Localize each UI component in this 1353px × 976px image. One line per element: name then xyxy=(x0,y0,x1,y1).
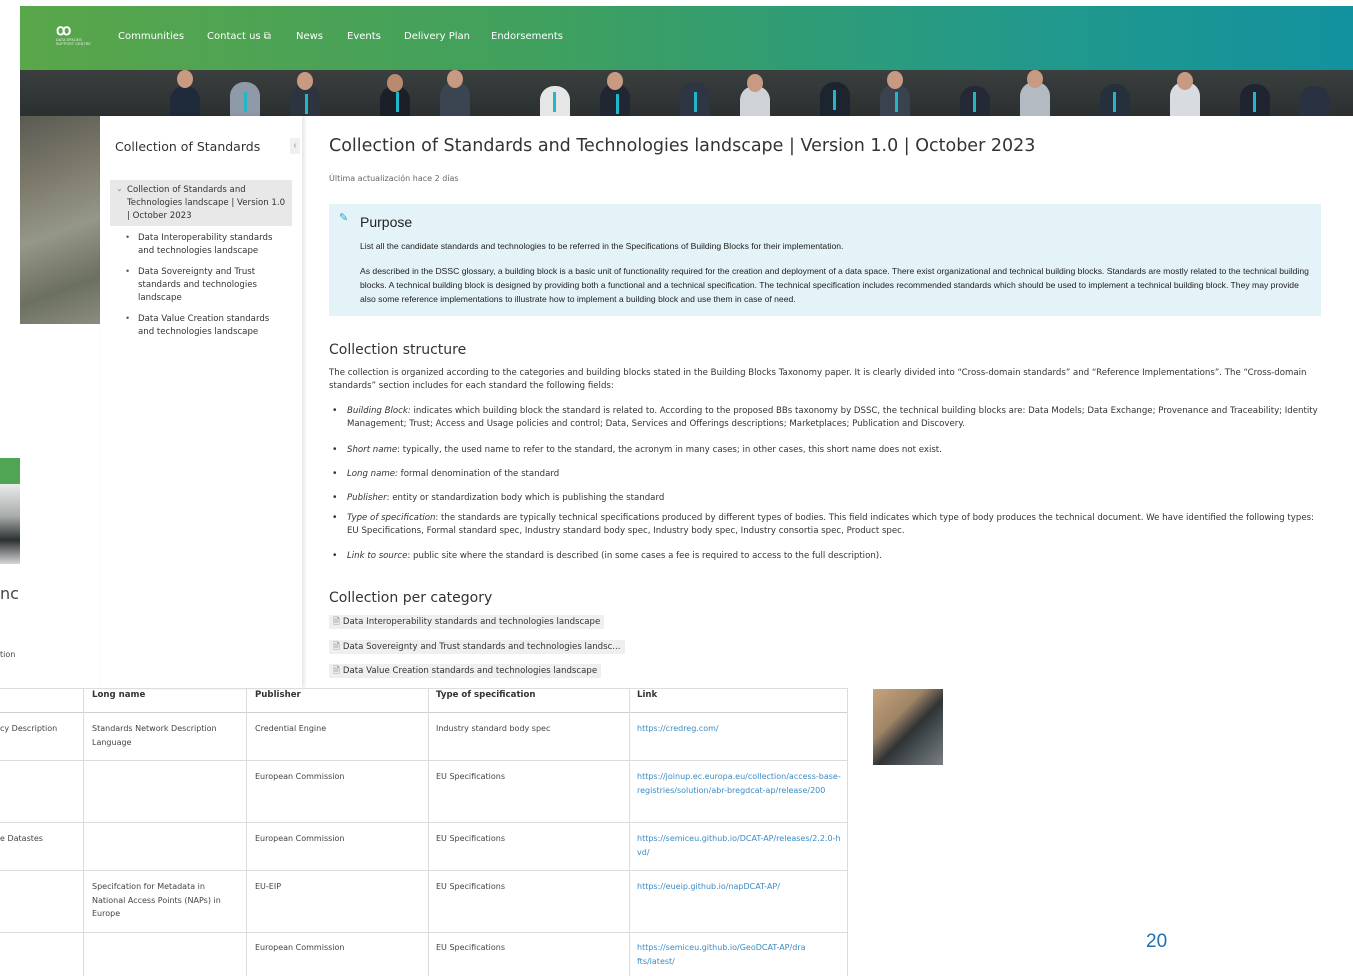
nav-events[interactable]: Events xyxy=(347,31,381,42)
nav-contact-us[interactable]: Contact us ⧉ xyxy=(207,31,271,42)
table-cell-publisher: Credential Engine xyxy=(255,724,327,733)
sidebar-item-interoperability[interactable]: Data Interoperability standards and tech… xyxy=(138,232,288,258)
banner-photo xyxy=(20,70,1353,116)
field-type-of-specification: Type of specification: the standards are… xyxy=(347,513,1314,536)
page-title: Collection of Standards and Technologies… xyxy=(329,136,1036,156)
document-icon: 🗎 xyxy=(333,642,340,652)
slide-page-number: 20 xyxy=(1146,931,1168,952)
top-navigation-bar: ꝏ DATA SPACES SUPPORT CENTRE Communities… xyxy=(20,6,1353,70)
nav-endorsements[interactable]: Endorsements xyxy=(491,31,563,42)
purpose-text-1: List all the candidate standards and tec… xyxy=(360,241,844,251)
column-header-link: Link xyxy=(637,690,658,700)
sidebar-title: Collection of Standards xyxy=(115,139,261,154)
bullet-icon: • xyxy=(126,232,130,242)
structure-intro: The collection is organized according to… xyxy=(329,368,1307,391)
bullet-icon: • xyxy=(126,313,130,323)
background-photo xyxy=(20,116,100,324)
table-cell-link[interactable]: https://semiceu.github.io/GeoDCAT-AP/dra… xyxy=(637,941,807,968)
sidebar-item-sovereignty[interactable]: Data Sovereignty and Trust standards and… xyxy=(138,266,288,304)
table-cell-type: EU Specifications xyxy=(436,943,505,952)
nav-news[interactable]: News xyxy=(296,31,323,42)
category-link-sovereignty[interactable]: 🗎 Data Sovereignty and Trust standards an… xyxy=(329,640,625,654)
table-row: cy Description xyxy=(0,724,58,733)
nav-delivery-plan[interactable]: Delivery Plan xyxy=(404,31,470,42)
background-slide-photo xyxy=(0,484,20,564)
sidebar-item-value-creation[interactable]: Data Value Creation standards and techno… xyxy=(138,313,288,339)
purpose-text-2: As described in the DSSC glossary, a bui… xyxy=(360,266,1309,304)
last-updated: Última actualización hace 2 días xyxy=(329,174,459,183)
table-cell-link[interactable]: https://credreg.com/ xyxy=(637,722,842,736)
section-heading-structure: Collection structure xyxy=(329,342,467,358)
table-cell-publisher: European Commission xyxy=(255,943,345,952)
bullet-icon: • xyxy=(126,266,130,276)
nav-communities[interactable]: Communities xyxy=(118,31,184,42)
background-slide-header xyxy=(0,458,20,484)
table-cell-type: EU Specifications xyxy=(436,882,505,891)
logo-text: DATA SPACES SUPPORT CENTRE xyxy=(56,38,91,46)
dssc-logo[interactable]: ꝏ DATA SPACES SUPPORT CENTRE xyxy=(56,22,96,50)
document-icon: 🗎 xyxy=(333,617,340,627)
background-partial-text: tion xyxy=(0,650,16,659)
chevron-down-icon[interactable]: ⌄ xyxy=(116,184,123,193)
purpose-title: Purpose xyxy=(360,214,413,230)
column-header-type: Type of specification xyxy=(436,690,536,700)
column-header-publisher: Publisher xyxy=(255,690,301,700)
column-header-long-name: Long name xyxy=(92,690,146,700)
category-link-interoperability[interactable]: 🗎 Data Interoperability standards and tec… xyxy=(329,615,605,629)
section-heading-category: Collection per category xyxy=(329,590,493,606)
table-cell-long-name: Specifcation for Metadata in National Ac… xyxy=(92,882,221,918)
background-photo-small xyxy=(873,689,943,765)
field-publisher: Publisher: entity or standardization bod… xyxy=(347,493,665,503)
table-cell-type: EU Specifications xyxy=(436,834,505,843)
field-short-name: Short name: typically, the used name to … xyxy=(347,445,942,455)
table-row: e Datastes xyxy=(0,834,43,843)
field-building-block: Building Block: indicates which building… xyxy=(347,406,1318,429)
document-icon: 🗎 xyxy=(333,666,340,676)
category-link-value-creation[interactable]: 🗎 Data Value Creation standards and techn… xyxy=(329,664,602,678)
table-cell-publisher: European Commission xyxy=(255,772,345,781)
field-long-name: Long name: formal denomination of the st… xyxy=(347,469,560,479)
sidebar-item-collection-landscape[interactable]: Collection of Standards and Technologies… xyxy=(127,184,287,222)
pin-icon: ✎ xyxy=(339,212,349,224)
table-cell-link[interactable]: https://semiceu.github.io/DCAT-AP/releas… xyxy=(637,832,842,859)
table-cell-long-name: Standards Network Description Language xyxy=(92,724,217,747)
table-cell-type: EU Specifications xyxy=(436,772,505,781)
table-cell-type: Industry standard body spec xyxy=(436,724,551,733)
table-cell-link[interactable]: https://joinup.ec.europa.eu/collection/a… xyxy=(637,770,842,797)
background-partial-title: nc xyxy=(0,584,19,603)
logo-mark-icon: ꝏ xyxy=(56,22,72,39)
table-cell-publisher: EU-EIP xyxy=(255,882,282,891)
table-cell-publisher: European Commission xyxy=(255,834,345,843)
table-cell-link[interactable]: https://eueip.github.io/napDCAT-AP/ xyxy=(637,880,842,894)
sidebar-collapse-icon[interactable]: ‹ xyxy=(290,138,300,154)
field-link-to-source: Link to source: public site where the st… xyxy=(347,551,882,561)
